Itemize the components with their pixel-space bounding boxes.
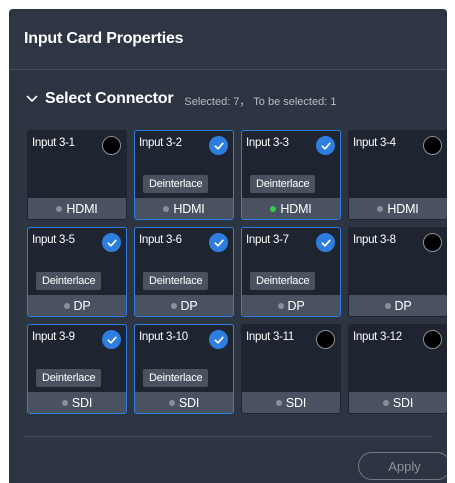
connector-name: Input 3-10 <box>139 331 188 343</box>
checked-circle-icon[interactable] <box>102 330 121 349</box>
deinterlace-tag: Deinterlace <box>36 272 102 290</box>
section-title: Select Connector <box>45 90 174 107</box>
checked-circle-icon[interactable] <box>209 233 228 252</box>
connector-type-bar: DP <box>135 295 233 316</box>
connector-type-bar: DP <box>349 295 447 316</box>
connector-type-bar: HDMI <box>349 198 447 219</box>
signal-status-dot <box>377 205 384 212</box>
connector-card[interactable]: Input 3-5 Deinterlace DP <box>27 227 127 317</box>
deinterlace-tag: Deinterlace <box>143 272 209 290</box>
connector-type-bar: SDI <box>242 392 340 413</box>
signal-status-dot <box>168 399 175 406</box>
apply-button[interactable]: Apply <box>358 452 447 480</box>
connector-card[interactable]: Input 3-2 Deinterlace HDMI <box>134 130 234 220</box>
connector-type-label: SDI <box>392 395 414 410</box>
connector-name: Input 3-1 <box>32 137 75 149</box>
connector-type-bar: HDMI <box>28 198 126 219</box>
footer-divider <box>23 436 433 437</box>
selection-count-text: Selected: 7， To be selected: 1 <box>184 95 337 108</box>
connector-card[interactable]: Input 3-3 Deinterlace HDMI <box>241 130 341 220</box>
connector-name: Input 3-4 <box>353 137 396 149</box>
deinterlace-tag: Deinterlace <box>143 175 209 193</box>
signal-status-dot <box>384 302 391 309</box>
signal-status-dot <box>275 399 282 406</box>
connector-type-bar: HDMI <box>242 198 340 219</box>
connector-type-label: HDMI <box>280 201 312 216</box>
signal-status-dot <box>61 399 68 406</box>
deinterlace-tag: Deinterlace <box>250 175 316 193</box>
input-card-properties-panel: Input Card Properties Select Connector S… <box>9 9 447 483</box>
panel-header: Input Card Properties <box>9 9 447 70</box>
connector-name: Input 3-5 <box>32 234 75 246</box>
connector-type-bar: DP <box>242 295 340 316</box>
connector-type-label: DP <box>73 298 91 313</box>
connector-card[interactable]: Input 3-9 Deinterlace SDI <box>27 324 127 414</box>
connector-card[interactable]: Input 3-8 DP <box>348 227 447 317</box>
connector-card[interactable]: Input 3-10 Deinterlace SDI <box>134 324 234 414</box>
deinterlace-tag: Deinterlace <box>143 369 209 387</box>
connector-name: Input 3-3 <box>246 137 289 149</box>
signal-status-dot <box>270 205 277 212</box>
connector-name: Input 3-11 <box>246 331 294 343</box>
signal-status-dot <box>63 302 70 309</box>
unchecked-circle-icon[interactable] <box>316 330 335 349</box>
connector-card[interactable]: Input 3-6 Deinterlace DP <box>134 227 234 317</box>
signal-status-dot <box>277 302 284 309</box>
connector-type-label: SDI <box>178 395 200 410</box>
connector-type-bar: DP <box>28 295 126 316</box>
connector-type-label: DP <box>287 298 305 313</box>
panel-title: Input Card Properties <box>24 30 184 47</box>
connector-name: Input 3-7 <box>246 234 289 246</box>
connector-card[interactable]: Input 3-7 Deinterlace DP <box>241 227 341 317</box>
signal-status-dot <box>170 302 177 309</box>
connector-type-label: DP <box>180 298 198 313</box>
connector-name: Input 3-2 <box>139 137 182 149</box>
connector-type-bar: SDI <box>135 392 233 413</box>
connector-type-label: SDI <box>285 395 307 410</box>
connector-name: Input 3-12 <box>353 331 402 343</box>
connector-card[interactable]: Input 3-12 SDI <box>348 324 447 414</box>
unchecked-circle-icon[interactable] <box>423 233 442 252</box>
checked-circle-icon[interactable] <box>209 330 228 349</box>
deinterlace-tag: Deinterlace <box>36 369 102 387</box>
connector-type-bar: HDMI <box>135 198 233 219</box>
connector-type-bar: SDI <box>28 392 126 413</box>
signal-status-dot <box>56 205 63 212</box>
signal-status-dot <box>163 205 170 212</box>
signal-status-dot <box>382 399 389 406</box>
connector-type-label: SDI <box>71 395 93 410</box>
connector-type-bar: SDI <box>349 392 447 413</box>
unchecked-circle-icon[interactable] <box>102 136 121 155</box>
connector-card[interactable]: Input 3-4 HDMI <box>348 130 447 220</box>
checked-circle-icon[interactable] <box>102 233 121 252</box>
connector-type-label: HDMI <box>387 201 419 216</box>
connector-name: Input 3-8 <box>353 234 396 246</box>
select-connector-section-toggle[interactable]: Select Connector Selected: 7， To be sele… <box>26 89 336 109</box>
connector-type-label: HDMI <box>66 201 98 216</box>
connector-card[interactable]: Input 3-1 HDMI <box>27 130 127 220</box>
connector-type-label: DP <box>394 298 412 313</box>
connector-name: Input 3-6 <box>139 234 182 246</box>
connector-type-label: HDMI <box>173 201 205 216</box>
chevron-down-icon <box>26 95 38 102</box>
connector-name: Input 3-9 <box>32 331 75 343</box>
checked-circle-icon[interactable] <box>316 233 335 252</box>
checked-circle-icon[interactable] <box>209 136 228 155</box>
connector-grid: Input 3-1 HDMI Input 3-2 Deinterlace HDMI Inp… <box>27 130 447 414</box>
connector-card[interactable]: Input 3-11 SDI <box>241 324 341 414</box>
deinterlace-tag: Deinterlace <box>250 272 316 290</box>
checked-circle-icon[interactable] <box>316 136 335 155</box>
unchecked-circle-icon[interactable] <box>423 330 442 349</box>
unchecked-circle-icon[interactable] <box>423 136 442 155</box>
